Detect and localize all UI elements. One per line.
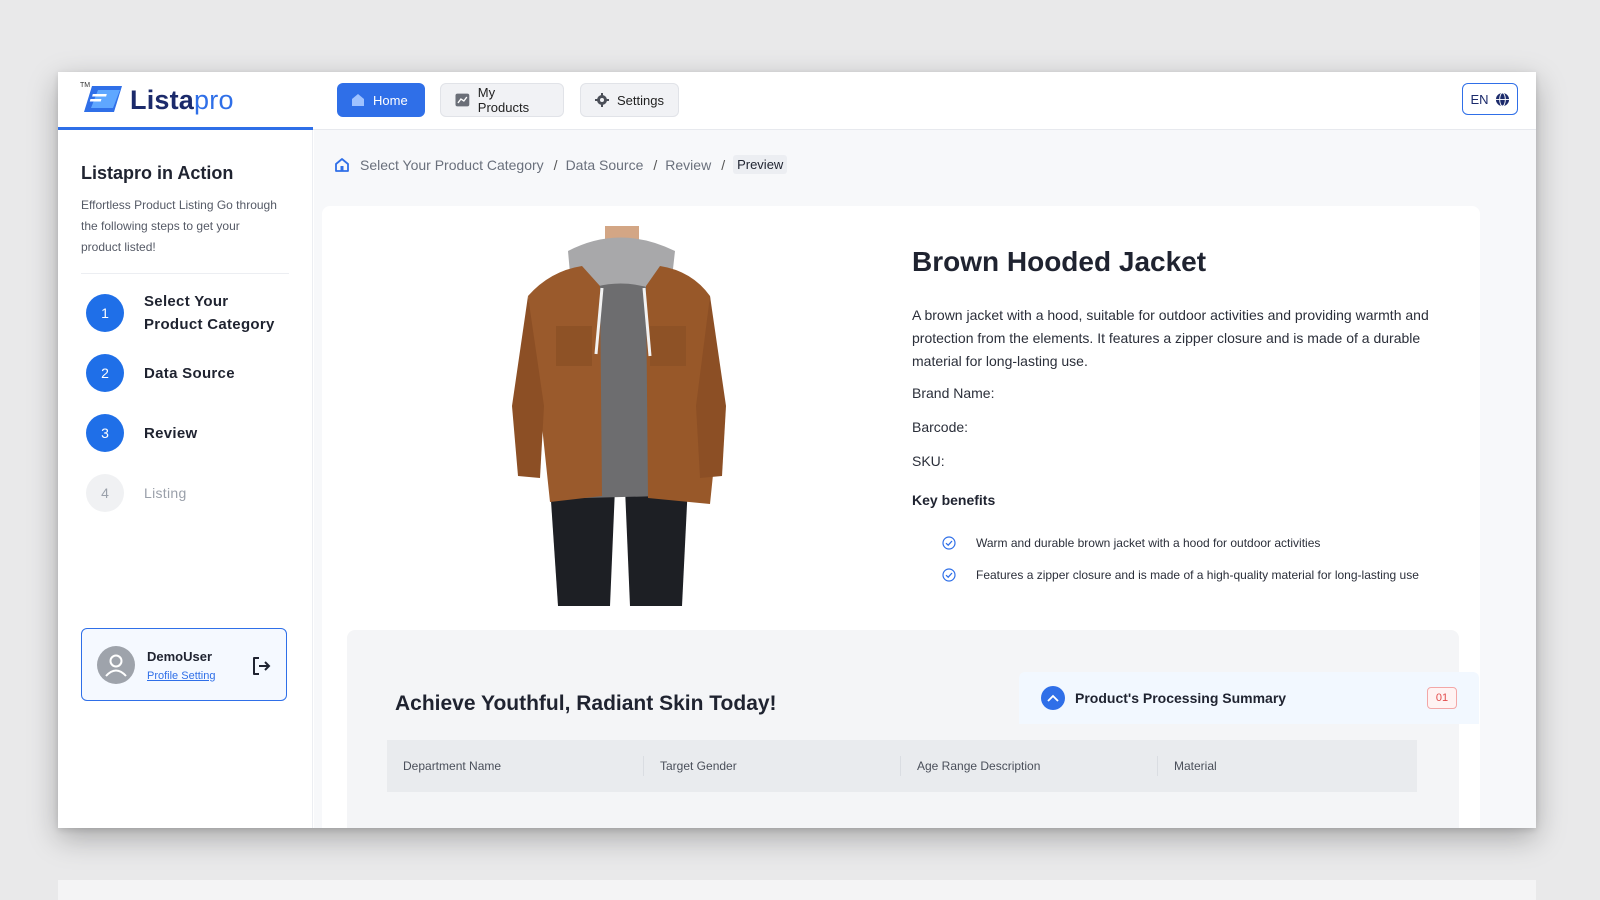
step-data-source[interactable]: 2 Data Source xyxy=(86,354,235,392)
listapro-logo-icon xyxy=(84,86,122,112)
listing-details-section: Achieve Youthful, Radiant Skin Today! Pr… xyxy=(347,630,1479,828)
benefit-item: Features a zipper closure and is made of… xyxy=(942,568,1419,582)
step-number: 1 xyxy=(86,294,124,332)
column-header: Department Name xyxy=(387,756,644,776)
product-image xyxy=(510,226,730,606)
gear-icon xyxy=(595,93,609,107)
chevron-up-icon xyxy=(1041,686,1065,710)
check-circle-icon xyxy=(942,568,956,582)
step-label: Listing xyxy=(144,484,187,501)
nav-my-products-label: My Products xyxy=(477,85,530,115)
chart-icon xyxy=(455,93,470,107)
user-card: DemoUser Profile Setting xyxy=(81,628,287,701)
step-listing[interactable]: 4 Listing xyxy=(86,474,187,512)
sidebar-description: Effortless Product Listing Go through th… xyxy=(81,198,277,254)
nav-home-label: Home xyxy=(373,92,408,108)
nav-my-products-button[interactable]: My Products xyxy=(440,83,564,117)
processing-summary-toggle[interactable]: Product's Processing Summary 01 xyxy=(1019,672,1479,724)
globe-icon xyxy=(1495,91,1509,107)
key-benefits-title: Key benefits xyxy=(912,492,996,508)
language-selector[interactable]: EN xyxy=(1462,83,1518,115)
brand-name: Listapro xyxy=(130,85,234,115)
brand[interactable]: TM Listapro xyxy=(58,72,313,130)
breadcrumb: Select Your Product Category / Data Sour… xyxy=(334,155,788,174)
home-icon xyxy=(352,94,364,106)
sku-label: SKU: xyxy=(912,453,945,469)
step-label: Data Source xyxy=(144,364,235,382)
breadcrumb-item[interactable]: Review xyxy=(665,157,711,173)
barcode-label: Barcode: xyxy=(912,419,969,435)
nav-home-button[interactable]: Home xyxy=(337,83,425,117)
check-circle-icon xyxy=(942,536,956,550)
product-title: Brown Hooded Jacket xyxy=(912,246,1207,277)
brand-name-label: Brand Name: xyxy=(912,385,995,401)
main-content: Select Your Product Category / Data Sour… xyxy=(314,130,1536,828)
step-number: 4 xyxy=(86,474,124,512)
nav-settings-label: Settings xyxy=(617,92,664,108)
sidebar-title: Listapro in Action xyxy=(81,163,234,183)
column-header: Target Gender xyxy=(644,756,901,776)
step-number: 3 xyxy=(86,414,124,452)
top-bar: TM Listapro Home My Products Settings EN xyxy=(58,72,1536,130)
step-review[interactable]: 3 Review xyxy=(86,414,198,452)
benefit-item: Warm and durable brown jacket with a hoo… xyxy=(942,536,1320,550)
breadcrumb-item[interactable]: Data Source xyxy=(566,157,644,173)
step-number: 2 xyxy=(86,354,124,392)
nav-settings-button[interactable]: Settings xyxy=(580,83,679,117)
benefit-text: Features a zipper closure and is made of… xyxy=(976,568,1419,582)
user-icon xyxy=(105,654,127,677)
column-header: Age Range Description xyxy=(901,756,1158,776)
page-background-strip xyxy=(58,880,1536,900)
summary-count-badge: 01 xyxy=(1427,687,1457,709)
attributes-table-header: Department Name Target Gender Age Range … xyxy=(387,740,1417,792)
avatar[interactable] xyxy=(97,646,135,684)
breadcrumb-item[interactable]: Select Your Product Category xyxy=(360,157,544,173)
section-title: Achieve Youthful, Radiant Skin Today! xyxy=(395,692,777,715)
product-description: A brown jacket with a hood, suitable for… xyxy=(912,307,1429,369)
home-icon[interactable] xyxy=(334,157,350,173)
user-name: DemoUser xyxy=(147,649,213,664)
breadcrumb-current: Preview xyxy=(733,155,788,174)
column-header: Material xyxy=(1174,759,1217,773)
processing-summary-title: Product's Processing Summary xyxy=(1075,690,1287,706)
breadcrumb-separator: / xyxy=(553,156,558,173)
step-select-category[interactable]: 1 Select Your Product Category xyxy=(86,290,284,336)
step-label: Select Your Product Category xyxy=(144,293,275,333)
step-label: Review xyxy=(144,424,198,442)
profile-setting-link[interactable]: Profile Setting xyxy=(147,670,215,682)
language-label: EN xyxy=(1470,91,1489,107)
product-preview-card: Brown Hooded Jacket A brown jacket with … xyxy=(322,206,1480,828)
breadcrumb-separator: / xyxy=(721,156,726,173)
breadcrumb-separator: / xyxy=(653,156,658,173)
logout-icon[interactable] xyxy=(250,655,272,677)
benefit-text: Warm and durable brown jacket with a hoo… xyxy=(976,536,1321,550)
sidebar: Listapro in Action Effortless Product Li… xyxy=(58,130,313,828)
divider xyxy=(81,273,289,274)
app-window: TM Listapro Home My Products Settings EN… xyxy=(58,72,1536,828)
